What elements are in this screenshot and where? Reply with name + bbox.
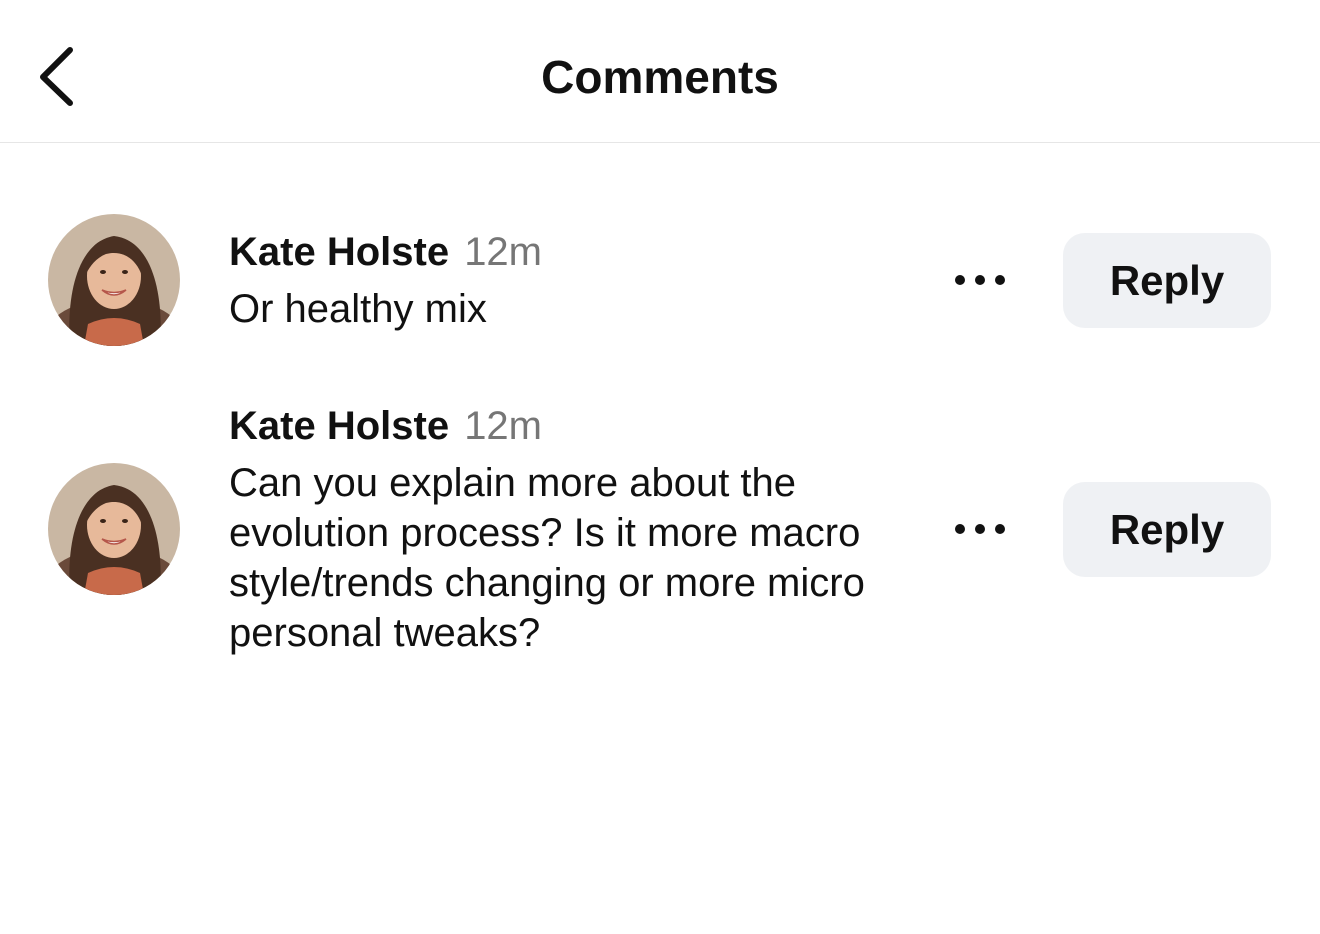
- comments-screen: Comments Kate Holste 12m Or healthy mix: [0, 0, 1320, 934]
- timestamp: 12m: [464, 404, 542, 448]
- reply-button[interactable]: Reply: [1063, 233, 1271, 328]
- more-horizontal-icon: [955, 275, 1005, 285]
- avatar-photo: [48, 214, 180, 346]
- comment-body: Kate Holste 12m Can you explain more abo…: [229, 402, 869, 658]
- timestamp: 12m: [464, 230, 542, 274]
- avatar[interactable]: [48, 214, 180, 346]
- comment-body: Kate Holste 12m Or healthy mix: [229, 228, 869, 334]
- author-line: Kate Holste 12m: [229, 228, 869, 276]
- comment-text: Can you explain more about the evolution…: [229, 461, 865, 655]
- more-options-button[interactable]: [950, 509, 1010, 549]
- page-title: Comments: [541, 51, 779, 103]
- more-horizontal-icon: [955, 524, 1005, 534]
- header-bar: Comments: [0, 0, 1320, 143]
- author-line: Kate Holste 12m: [229, 402, 869, 450]
- comment-text: Or healthy mix: [229, 287, 487, 331]
- author-name[interactable]: Kate Holste: [229, 230, 449, 274]
- avatar-photo: [48, 463, 180, 595]
- author-name[interactable]: Kate Holste: [229, 404, 449, 448]
- more-options-button[interactable]: [950, 260, 1010, 300]
- avatar[interactable]: [48, 463, 180, 595]
- reply-button[interactable]: Reply: [1063, 482, 1271, 577]
